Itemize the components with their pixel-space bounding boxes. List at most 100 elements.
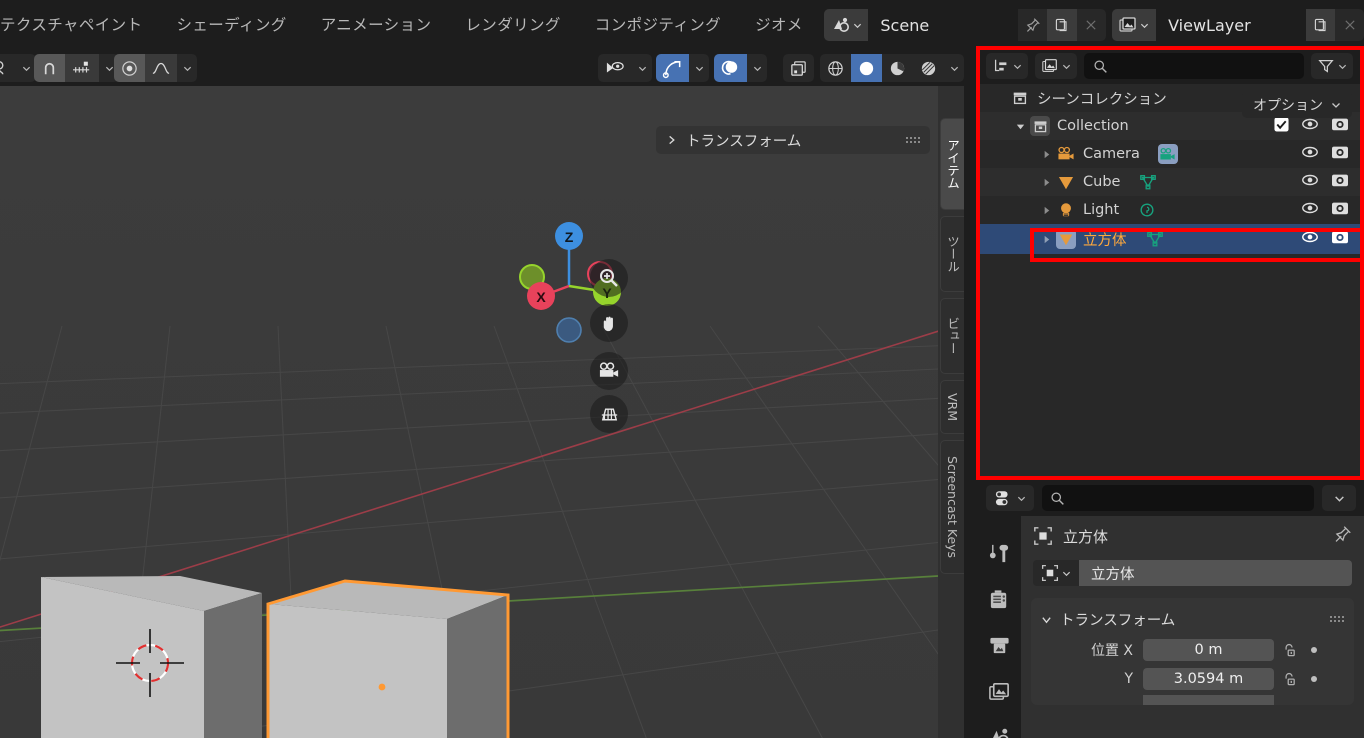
gizmo-group[interactable] bbox=[656, 54, 709, 82]
zoom-button[interactable] bbox=[590, 259, 628, 297]
side-tab-screencast-keys[interactable]: Screencast Keys bbox=[940, 440, 964, 574]
falloff-smooth-icon[interactable] bbox=[145, 54, 177, 82]
shading-material-icon[interactable] bbox=[882, 54, 913, 82]
chevron-down-icon[interactable] bbox=[16, 54, 36, 82]
outliner-search-input[interactable] bbox=[1084, 53, 1304, 79]
eye-visibility-icon[interactable] bbox=[1301, 230, 1319, 248]
properties-search-input[interactable] bbox=[1042, 485, 1314, 511]
tab-scene[interactable] bbox=[978, 714, 1021, 738]
pin-icon[interactable] bbox=[1018, 9, 1047, 41]
close-scene-icon[interactable] bbox=[1077, 9, 1106, 41]
camera-render-icon[interactable] bbox=[1331, 200, 1349, 220]
mesh-data-icon[interactable] bbox=[1145, 229, 1165, 249]
eye-visibility-icon[interactable] bbox=[1301, 145, 1319, 163]
mesh-data-icon[interactable] bbox=[1138, 172, 1158, 192]
tab-render[interactable] bbox=[978, 576, 1021, 622]
tab-output[interactable] bbox=[978, 622, 1021, 668]
grip-dots-icon[interactable] bbox=[906, 137, 920, 143]
editor-type-group[interactable] bbox=[0, 54, 36, 82]
snap-group[interactable] bbox=[34, 54, 119, 82]
camera-data-icon[interactable] bbox=[1157, 144, 1178, 164]
side-tab-vrm[interactable]: VRM bbox=[940, 380, 964, 434]
tab-view-layer[interactable] bbox=[978, 668, 1021, 714]
properties-editor-icon[interactable] bbox=[986, 485, 1034, 511]
visibility-eye-icon[interactable] bbox=[598, 54, 632, 82]
chevron-down-icon[interactable] bbox=[1010, 121, 1030, 132]
options-button[interactable]: オプション bbox=[1242, 92, 1352, 118]
transform-value-location-x[interactable]: 0 m bbox=[1143, 639, 1274, 661]
chevron-right-icon[interactable] bbox=[666, 134, 677, 146]
filter-id-type-button[interactable] bbox=[1035, 53, 1077, 79]
shading-solid-icon[interactable] bbox=[851, 54, 882, 82]
viewport-3d[interactable]: Z X Y bbox=[0, 86, 938, 738]
proportional-edit-group[interactable] bbox=[114, 54, 197, 82]
shading-wireframe-icon[interactable] bbox=[820, 54, 851, 82]
outliner-filter-button[interactable] bbox=[1311, 53, 1353, 79]
xray-group[interactable] bbox=[783, 54, 814, 82]
animate-dot-icon[interactable] bbox=[1304, 676, 1324, 682]
snap-magnet-icon[interactable] bbox=[34, 54, 65, 82]
pan-button[interactable] bbox=[590, 304, 628, 342]
chevron-down-icon[interactable] bbox=[689, 54, 709, 82]
camera-render-icon[interactable] bbox=[1331, 144, 1349, 164]
workspace-tab-compositing[interactable]: コンポジティング bbox=[578, 0, 738, 50]
scene-name-field[interactable]: Scene bbox=[868, 9, 1019, 41]
overlays-group[interactable] bbox=[714, 54, 767, 82]
camera-render-icon[interactable] bbox=[1331, 229, 1349, 249]
workspace-tab-texture-paint[interactable]: テクスチャペイント bbox=[0, 0, 159, 50]
proportional-edit-icon[interactable] bbox=[114, 54, 145, 82]
overlays-icon[interactable] bbox=[714, 54, 747, 82]
object-name-field[interactable]: 立方体 bbox=[1033, 560, 1352, 586]
shading-rendered-icon[interactable] bbox=[913, 54, 944, 82]
transform-panel-header[interactable]: トランスフォーム bbox=[1031, 604, 1354, 634]
eye-visibility-icon[interactable] bbox=[1301, 201, 1319, 219]
eye-visibility-icon[interactable] bbox=[1301, 117, 1319, 135]
toggle-ortho-button[interactable] bbox=[590, 395, 628, 433]
table-row[interactable]: Cube bbox=[978, 168, 1361, 196]
workspace-tab-rendering[interactable]: レンダリング bbox=[448, 0, 577, 50]
new-scene-icon[interactable] bbox=[1047, 9, 1077, 41]
tab-tool[interactable] bbox=[978, 530, 1021, 576]
object-data-icon[interactable] bbox=[1033, 560, 1079, 586]
outliner-display-mode-button[interactable] bbox=[986, 53, 1028, 79]
camera-render-icon[interactable] bbox=[1331, 172, 1349, 192]
table-row-selected[interactable]: 立方体 bbox=[978, 224, 1361, 254]
side-tab-tool[interactable]: ツール bbox=[940, 216, 964, 292]
transform-value-location-y[interactable]: 3.0594 m bbox=[1143, 668, 1274, 690]
view-layer-selector[interactable]: ViewLayer bbox=[1111, 9, 1364, 41]
collection-checkbox[interactable] bbox=[1274, 116, 1289, 136]
chevron-right-icon[interactable] bbox=[1036, 234, 1056, 245]
eye-visibility-icon[interactable] bbox=[1301, 173, 1319, 191]
grip-dots-icon[interactable] bbox=[1330, 616, 1344, 622]
new-view-layer-icon[interactable] bbox=[1306, 9, 1336, 41]
n-panel-transform-header[interactable]: トランスフォーム bbox=[656, 126, 930, 154]
properties-options-dropdown[interactable] bbox=[1322, 485, 1356, 511]
chevron-down-icon[interactable] bbox=[747, 54, 767, 82]
workspace-tab-animation[interactable]: アニメーション bbox=[304, 0, 449, 50]
close-view-layer-icon[interactable] bbox=[1335, 9, 1364, 41]
snap-increment-icon[interactable] bbox=[65, 54, 99, 82]
workspace-tab-geometry-nodes[interactable]: ジオメ bbox=[738, 0, 820, 50]
object-name-value[interactable]: 立方体 bbox=[1079, 560, 1352, 586]
pin-icon[interactable] bbox=[1333, 525, 1352, 548]
side-tab-item[interactable]: アイテム bbox=[940, 118, 964, 210]
scene-selector[interactable]: Scene bbox=[823, 9, 1106, 41]
visibility-group[interactable] bbox=[598, 54, 652, 82]
outliner-tree[interactable]: シーンコレクション Collection Camera Cube Light 立… bbox=[978, 84, 1361, 478]
view-layer-icon[interactable] bbox=[1111, 9, 1157, 41]
workspace-tab-shading[interactable]: シェーディング bbox=[159, 0, 303, 50]
gizmo-arrow-icon[interactable] bbox=[656, 54, 689, 82]
chevron-down-icon[interactable] bbox=[1041, 614, 1052, 625]
camera-view-button[interactable] bbox=[590, 352, 628, 390]
shading-group[interactable] bbox=[820, 54, 964, 82]
scene-icon[interactable] bbox=[823, 9, 869, 41]
unlocked-icon[interactable] bbox=[1274, 671, 1304, 688]
editor-type-icon[interactable] bbox=[0, 54, 16, 82]
chevron-right-icon[interactable] bbox=[1036, 149, 1056, 160]
view-layer-name-field[interactable]: ViewLayer bbox=[1156, 9, 1307, 41]
chevron-down-icon[interactable] bbox=[177, 54, 197, 82]
side-tab-view[interactable]: ビュー bbox=[940, 298, 964, 374]
camera-render-icon[interactable] bbox=[1331, 116, 1349, 136]
chevron-right-icon[interactable] bbox=[1036, 177, 1056, 188]
light-data-icon[interactable] bbox=[1137, 200, 1157, 220]
